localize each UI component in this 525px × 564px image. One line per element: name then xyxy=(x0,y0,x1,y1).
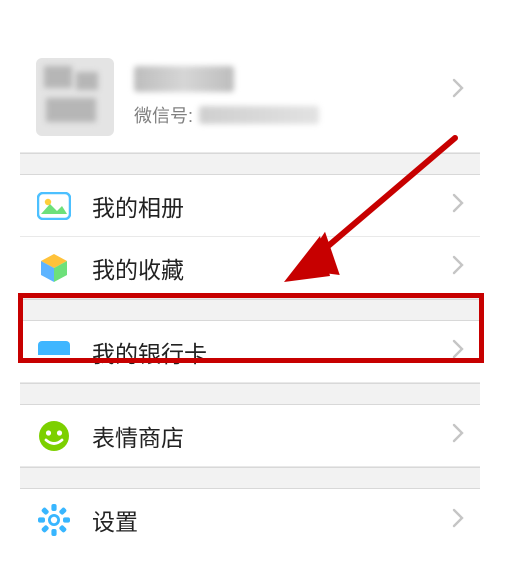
cube-icon xyxy=(36,250,72,286)
profile-name-blurred xyxy=(134,66,234,92)
chevron-right-icon xyxy=(452,255,464,280)
gear-icon xyxy=(36,502,72,538)
profile-info: 微信号: xyxy=(134,66,464,128)
photo-icon xyxy=(36,188,72,224)
menu-label: 设置 xyxy=(92,503,452,537)
section-divider xyxy=(20,383,480,405)
menu-label: 我的收藏 xyxy=(92,251,452,285)
menu-item-bankcard[interactable]: 我的银行卡 xyxy=(20,321,480,383)
chevron-right-icon xyxy=(452,339,464,364)
section-divider xyxy=(20,153,480,175)
wechat-id-blurred xyxy=(199,106,319,124)
emoji-icon xyxy=(36,418,72,454)
menu-label: 表情商店 xyxy=(92,419,452,453)
menu-item-sticker-shop[interactable]: 表情商店 xyxy=(20,405,480,467)
menu-label: 我的相册 xyxy=(92,189,452,223)
menu-item-album[interactable]: 我的相册 xyxy=(20,175,480,237)
chevron-right-icon xyxy=(452,193,464,218)
chevron-right-icon xyxy=(452,508,464,533)
chevron-right-icon xyxy=(452,423,464,448)
chevron-right-icon xyxy=(452,78,464,103)
profile-row[interactable]: 微信号: xyxy=(20,50,480,153)
menu-item-favorites[interactable]: 我的收藏 xyxy=(20,237,480,299)
section-divider xyxy=(20,299,480,321)
avatar xyxy=(36,58,114,136)
section-divider xyxy=(20,467,480,489)
settings-screen: 微信号: 我的相册 我 xyxy=(20,0,480,551)
menu-item-settings[interactable]: 设置 xyxy=(20,489,480,551)
wechat-id-label: 微信号: xyxy=(134,102,193,128)
menu-label: 我的银行卡 xyxy=(92,335,452,369)
card-icon xyxy=(36,334,72,370)
